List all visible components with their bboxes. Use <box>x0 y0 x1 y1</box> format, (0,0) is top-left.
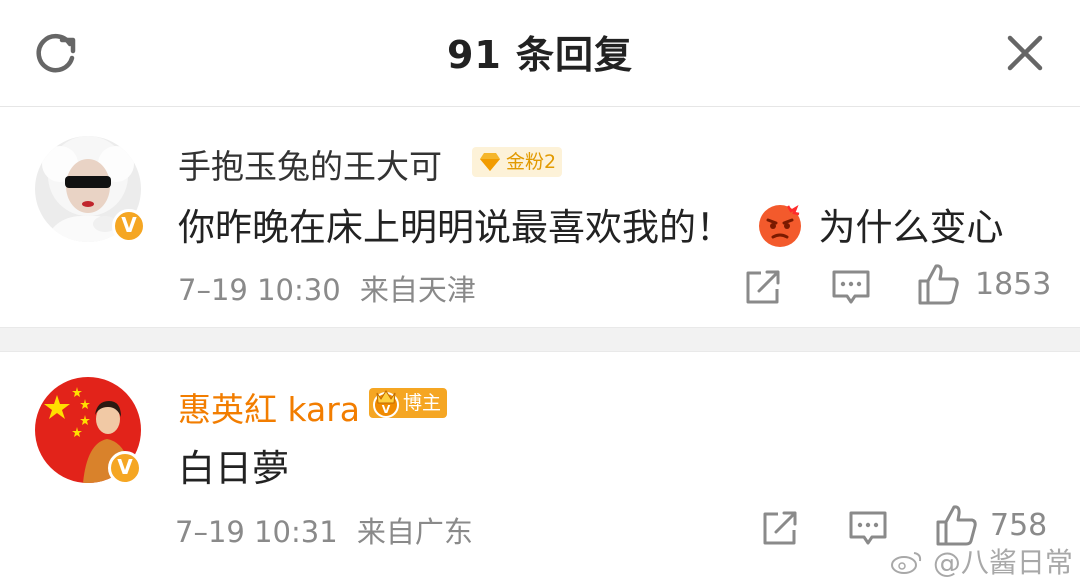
watermark: @八酱日常 <box>890 541 1073 581</box>
verified-badge: V <box>108 451 142 485</box>
fan-badge: 金粉2 <box>472 147 563 177</box>
reply-icon[interactable] <box>846 506 890 550</box>
close-icon[interactable] <box>1002 30 1048 76</box>
username[interactable]: 惠英紅 kara <box>178 383 360 431</box>
header: 91 条回复 <box>0 0 1080 107</box>
username[interactable]: 手抱玉兔的王大可 <box>178 140 442 188</box>
comment-meta: 7–19 10:31 来自广东 <box>175 509 473 551</box>
comment-divider <box>0 327 1080 352</box>
timestamp: 7–19 10:30 <box>178 273 341 307</box>
timestamp: 7–19 10:31 <box>175 515 338 549</box>
page-title: 91 条回复 <box>446 33 634 77</box>
comment-text: 你昨晚在床上明明说最喜欢我的！ 为什么变心 <box>178 197 1004 251</box>
comment-text: 白日夢 <box>178 447 289 490</box>
weibo-logo-icon <box>890 549 924 575</box>
comment-meta: 7–19 10:30 来自天津 <box>178 267 476 309</box>
share-icon[interactable] <box>741 265 785 309</box>
verified-badge: V <box>112 209 146 243</box>
angry-face-emoji <box>757 202 803 248</box>
like-count: 758 <box>990 508 1048 543</box>
location: 来自广东 <box>356 515 473 549</box>
gold-fan-icon <box>478 151 502 182</box>
blogger-badge: V 博主 <box>369 388 448 418</box>
like-icon[interactable] <box>916 261 962 307</box>
reply-icon[interactable] <box>829 265 873 309</box>
share-icon[interactable] <box>758 506 802 550</box>
comment-item: V 手抱玉兔的王大可 金粉2 你昨晚在床上明明说最喜欢我的！ 为什么变心 7–1… <box>0 107 1080 327</box>
crown-icon: V <box>371 385 401 428</box>
location: 来自天津 <box>359 273 476 307</box>
like-count: 1853 <box>975 267 1052 302</box>
svg-text:V: V <box>382 403 391 416</box>
